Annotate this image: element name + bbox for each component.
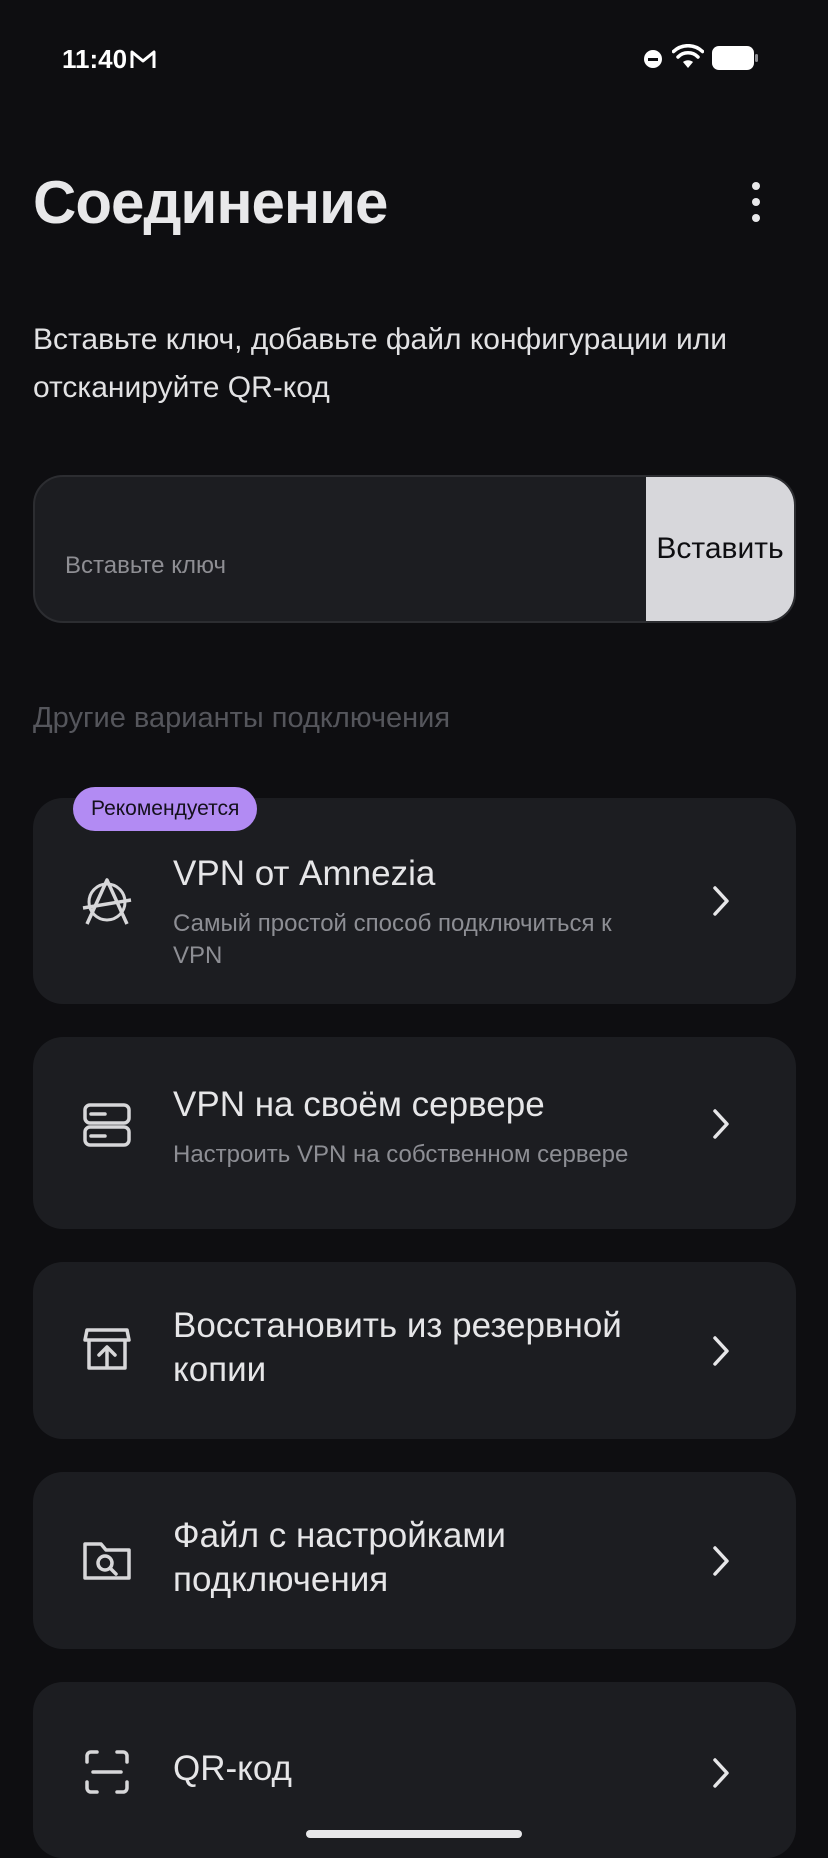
battery-icon: [712, 46, 758, 70]
option-title: Файл с настройками подключения: [173, 1516, 506, 1599]
option-self-hosted-vpn[interactable]: VPN на своём сервере Настроить VPN на со…: [33, 1037, 796, 1229]
option-title: VPN от Amnezia: [173, 854, 436, 893]
do-not-disturb-icon: [644, 50, 662, 68]
folder-search-icon: [83, 1542, 131, 1580]
status-time: 11:40: [62, 44, 128, 74]
section-label: Другие варианты подключения: [33, 702, 451, 734]
recommended-badge: Рекомендуется: [73, 787, 258, 831]
chevron-right-icon: [713, 1109, 729, 1139]
chevron-right-icon: [713, 1336, 729, 1366]
option-title: QR-код: [173, 1749, 292, 1788]
status-bar: 11:40: [0, 0, 828, 120]
key-input[interactable]: [35, 477, 649, 621]
more-vertical-icon-dot: [752, 198, 760, 206]
more-vertical-icon: [752, 182, 760, 190]
server-icon: [83, 1103, 131, 1147]
option-config-file[interactable]: Файл с настройками подключения: [33, 1472, 796, 1649]
chevron-right-icon: [713, 1546, 729, 1576]
more-vertical-icon-dot: [752, 214, 760, 222]
qr-scan-icon: [85, 1750, 129, 1794]
home-indicator[interactable]: [306, 1830, 522, 1838]
more-menu-button[interactable]: [736, 174, 776, 230]
chevron-right-icon: [713, 1758, 729, 1788]
page-title: Соединение: [33, 169, 388, 236]
option-subtitle: Самый простой способ подключиться к VPN: [173, 910, 612, 969]
key-input-container: Вставить: [33, 475, 796, 623]
option-title: Восстановить из резервной копии: [173, 1306, 622, 1389]
backup-restore-icon: [83, 1328, 131, 1370]
option-title: VPN на своём сервере: [173, 1085, 545, 1124]
wifi-icon: [672, 44, 704, 68]
option-restore-backup[interactable]: Восстановить из резервной копии: [33, 1262, 796, 1439]
paste-button[interactable]: Вставить: [646, 477, 794, 621]
chevron-right-icon: [713, 886, 729, 916]
gmail-icon: [130, 50, 156, 68]
amnezia-logo-icon: [82, 878, 132, 925]
option-subtitle: Настроить VPN на собственном сервере: [173, 1141, 629, 1168]
page-description: Вставьте ключ, добавьте файл конфигураци…: [33, 323, 728, 404]
